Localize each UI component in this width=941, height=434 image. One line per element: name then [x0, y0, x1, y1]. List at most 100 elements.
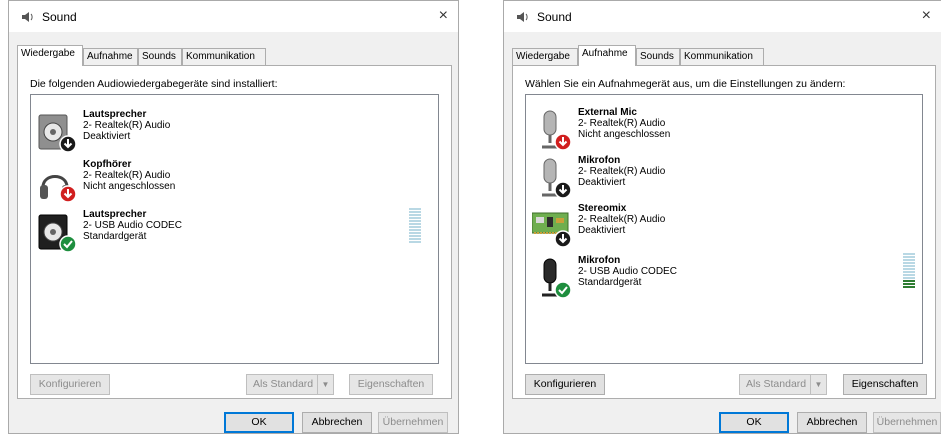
level-bar [409, 217, 421, 219]
level-bar [409, 238, 421, 240]
set-default-button[interactable]: Als Standard ▼ [739, 374, 827, 395]
level-bar [409, 208, 421, 210]
instruction-text: Die folgenden Audiowiedergabegeräte sind… [30, 78, 278, 90]
level-bar [903, 262, 915, 264]
level-bar [409, 241, 421, 243]
level-bar [903, 283, 915, 285]
cancel-button[interactable]: Abbrechen [302, 412, 372, 433]
level-bar [903, 271, 915, 273]
device-driver: 2- Realtek(R) Audio [578, 214, 666, 225]
level-bar [903, 280, 915, 282]
cancel-button[interactable]: Abbrechen [797, 412, 867, 433]
sound-dialog-recording: Sound × Wiedergabe Aufnahme Sounds Kommu… [503, 0, 941, 434]
device-text: Mikrofon 2- Realtek(R) Audio Deaktiviert [578, 155, 665, 188]
microphone-icon [542, 110, 572, 151]
device-name: External Mic [578, 107, 637, 118]
device-text: Kopfhörer 2- Realtek(R) Audio Nicht ange… [83, 159, 175, 192]
device-status: Standardgerät [83, 231, 147, 242]
device-item[interactable]: Lautsprecher 2- Realtek(R) Audio Deaktiv… [31, 109, 438, 155]
set-default-label: Als Standard [253, 378, 314, 390]
chevron-down-icon[interactable]: ▼ [810, 375, 826, 394]
speaker-icon [38, 214, 77, 253]
chevron-down-icon[interactable]: ▼ [317, 375, 333, 394]
apply-button[interactable]: Übernehmen [873, 412, 941, 433]
tab-wiedergabe[interactable]: Wiedergabe [17, 45, 83, 66]
device-status: Deaktiviert [578, 177, 626, 188]
microphone-icon [542, 158, 572, 199]
level-bar [409, 214, 421, 216]
ok-button[interactable]: OK [719, 412, 789, 433]
configure-button[interactable]: Konfigurieren [525, 374, 605, 395]
red-down-arrow-icon [59, 185, 77, 203]
device-name: Mikrofon [578, 255, 621, 266]
level-bar [903, 277, 915, 279]
set-default-button[interactable]: Als Standard ▼ [246, 374, 334, 395]
speaker-icon [517, 12, 528, 22]
level-bar [903, 259, 915, 261]
window-title: Sound [42, 10, 77, 24]
configure-button[interactable]: Konfigurieren [30, 374, 110, 395]
properties-button[interactable]: Eigenschaften [349, 374, 433, 395]
device-status: Nicht angeschlossen [578, 129, 671, 140]
close-button[interactable]: × [439, 7, 448, 25]
level-bar [409, 235, 421, 237]
tab-aufnahme[interactable]: Aufnahme [83, 48, 138, 65]
tab-kommunikation[interactable]: Kommunikation [182, 48, 266, 65]
title-bar: Sound × [504, 1, 941, 32]
level-bar [903, 265, 915, 267]
device-driver: 2- Realtek(R) Audio [83, 120, 171, 131]
device-name: Lautsprecher [83, 209, 147, 220]
level-bar [409, 223, 421, 225]
device-status: Nicht angeschlossen [83, 181, 176, 192]
device-driver: 2- USB Audio CODEC [83, 220, 182, 231]
device-item[interactable]: Mikrofon 2- Realtek(R) Audio Deaktiviert [526, 155, 922, 201]
device-item[interactable]: Lautsprecher 2- USB Audio CODEC Standard… [31, 208, 438, 255]
device-item[interactable]: Kopfhörer 2- Realtek(R) Audio Nicht ange… [31, 159, 438, 205]
tab-aufnahme[interactable]: Aufnahme [578, 45, 636, 66]
tab-panel: Wählen Sie ein Aufnahmegerät aus, um die… [512, 65, 936, 399]
device-driver: 2- Realtek(R) Audio [83, 170, 171, 181]
set-default-label: Als Standard [746, 378, 807, 390]
device-text: Lautsprecher 2- Realtek(R) Audio Deaktiv… [83, 109, 170, 142]
level-bar [409, 226, 421, 228]
title-bar: Sound × [9, 1, 458, 32]
device-item[interactable]: External Mic 2- Realtek(R) Audio Nicht a… [526, 107, 922, 153]
sound-dialog-playback: Sound × Wiedergabe Aufnahme Sounds Kommu… [8, 0, 459, 434]
device-list[interactable]: External Mic 2- Realtek(R) Audio Nicht a… [525, 94, 923, 364]
speaker-icon [38, 114, 77, 153]
level-bar [903, 268, 915, 270]
level-bar [409, 211, 421, 213]
microphone-icon [542, 258, 572, 299]
apply-button[interactable]: Übernehmen [378, 412, 448, 433]
level-bar [409, 220, 421, 222]
device-name: Lautsprecher [83, 109, 147, 120]
tab-wiedergabe[interactable]: Wiedergabe [512, 48, 578, 65]
device-text: Lautsprecher 2- USB Audio CODEC Standard… [83, 209, 182, 242]
tab-sounds[interactable]: Sounds [636, 48, 680, 65]
level-meter [903, 253, 915, 289]
green-check-icon [554, 281, 572, 299]
level-bar [903, 256, 915, 258]
tab-kommunikation[interactable]: Kommunikation [680, 48, 764, 65]
properties-button[interactable]: Eigenschaften [843, 374, 927, 395]
green-check-icon [59, 235, 77, 253]
device-driver: 2- Realtek(R) Audio [578, 118, 666, 129]
level-bar [903, 286, 915, 288]
instruction-text: Wählen Sie ein Aufnahmegerät aus, um die… [525, 78, 846, 90]
device-text: External Mic 2- Realtek(R) Audio Nicht a… [578, 107, 670, 140]
red-down-arrow-icon [554, 133, 572, 151]
tab-sounds[interactable]: Sounds [138, 48, 182, 65]
device-item[interactable]: Stereomix 2- Realtek(R) Audio Deaktivier… [526, 203, 922, 249]
tab-panel: Die folgenden Audiowiedergabegeräte sind… [17, 65, 452, 399]
device-list[interactable]: Lautsprecher 2- Realtek(R) Audio Deaktiv… [30, 94, 439, 364]
down-arrow-icon [59, 135, 77, 153]
down-arrow-icon [554, 230, 572, 248]
ok-button[interactable]: OK [224, 412, 294, 433]
speaker-icon [22, 12, 33, 22]
device-status: Standardgerät [578, 277, 642, 288]
device-driver: 2- USB Audio CODEC [578, 266, 677, 277]
level-meter [409, 208, 421, 244]
device-item[interactable]: Mikrofon 2- USB Audio CODEC Standardgerä… [526, 253, 922, 301]
close-button[interactable]: × [922, 7, 931, 25]
device-text: Mikrofon 2- USB Audio CODEC Standardgerä… [578, 255, 677, 288]
